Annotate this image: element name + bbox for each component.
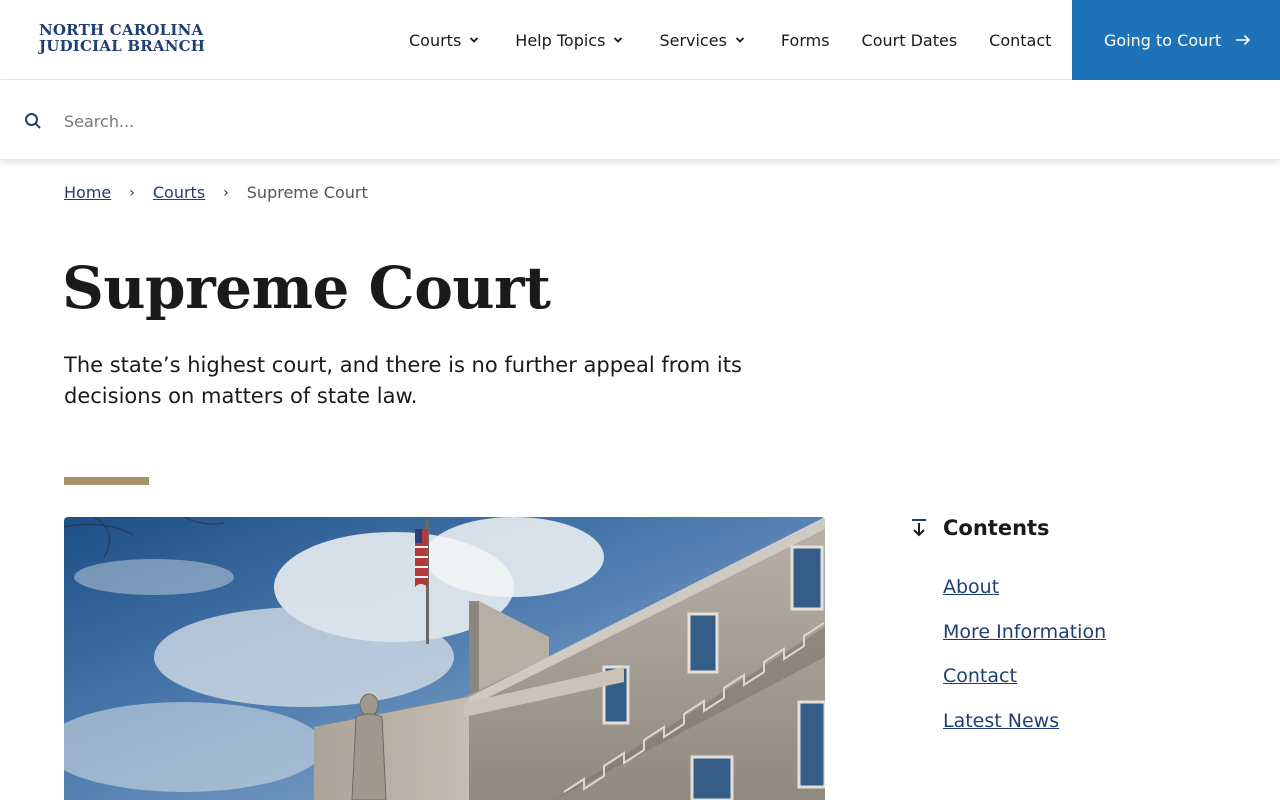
contents-link-contact[interactable]: Contact [943, 665, 1017, 687]
search-icon[interactable] [24, 112, 42, 130]
nav-item-forms[interactable]: Forms [781, 31, 830, 50]
contents-item: More Information [943, 621, 1106, 666]
breadcrumb-courts[interactable]: Courts [153, 183, 205, 202]
breadcrumb-current: Supreme Court [246, 183, 368, 202]
contents-link-latest-news[interactable]: Latest News [943, 710, 1059, 732]
supreme-court-building-image [64, 517, 825, 800]
going-to-court-button[interactable]: Going to Court [1072, 0, 1280, 80]
going-to-court-label: Going to Court [1104, 30, 1222, 50]
nav-item-services[interactable]: Services [659, 30, 745, 50]
nav-item-label: Court Dates [861, 30, 958, 50]
page-intro: The state’s highest court, and there is … [64, 353, 742, 408]
contents-item: About [943, 576, 1106, 621]
nav-item-contact[interactable]: Contact [989, 31, 1051, 50]
main-nav: Courts Help Topics Services Forms Court … [409, 0, 1051, 80]
contents-list: About More Information Contact Latest Ne… [943, 576, 1106, 754]
contents-link-about[interactable]: About [943, 576, 999, 598]
contents-link-more-information[interactable]: More Information [943, 621, 1106, 643]
contents-title: Contents [943, 516, 1050, 540]
chevron-down-icon [614, 37, 623, 43]
breadcrumb: Home › Courts › Supreme Court [64, 183, 368, 202]
search-bar [0, 81, 1280, 160]
contents-item: Contact [943, 665, 1106, 710]
site-header: NORTH CAROLINA JUDICIAL BRANCH Courts He… [0, 0, 1280, 80]
nav-item-label: Help Topics [515, 30, 606, 50]
search-input[interactable] [64, 107, 1244, 135]
nav-item-help-topics[interactable]: Help Topics [515, 31, 623, 50]
nav-item-courts[interactable]: Courts [409, 31, 479, 50]
nav-item-label: Contact [989, 30, 1052, 50]
nav-item-label: Services [659, 30, 727, 50]
contents-header: Contents [910, 516, 1050, 540]
breadcrumb-home[interactable]: Home [64, 183, 111, 202]
chevron-down-icon [470, 37, 479, 43]
logo-line-2: JUDICIAL BRANCH [39, 37, 206, 55]
arrow-right-icon [1236, 34, 1251, 46]
nav-item-label: Courts [409, 30, 462, 50]
chevron-down-icon [735, 37, 745, 43]
chevron-right-icon: › [129, 184, 135, 201]
accent-divider [64, 477, 149, 485]
contents-item: Latest News [943, 710, 1106, 755]
chevron-right-icon: › [223, 184, 229, 201]
logo-line-1: NORTH CAROLINA [39, 21, 204, 39]
nav-item-label: Forms [780, 30, 830, 50]
site-logo[interactable]: NORTH CAROLINA JUDICIAL BRANCH [39, 22, 205, 54]
arrow-down-to-line-icon [912, 519, 926, 537]
page-title: Supreme Court [62, 254, 551, 322]
nav-item-court-dates[interactable]: Court Dates [862, 31, 958, 50]
